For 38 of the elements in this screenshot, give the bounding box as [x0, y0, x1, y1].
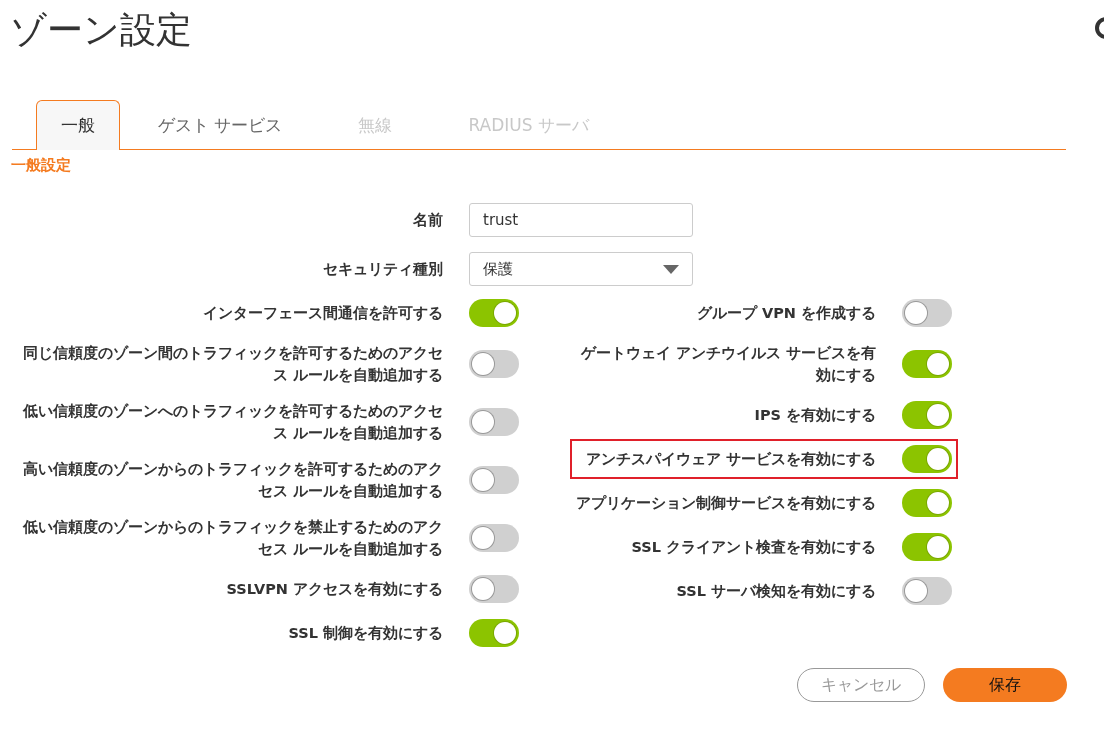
toggle-switch[interactable] — [902, 299, 952, 327]
toggle-switch[interactable] — [469, 299, 519, 327]
toggle-label: SSL クライアント検査を有効にする — [630, 538, 876, 557]
field-label: 名前 — [412, 210, 443, 230]
toggle-switch[interactable] — [902, 445, 952, 473]
toggle-label: アプリケーション制御サービスを有効にする — [576, 494, 876, 513]
toggle-label: ゲートウェイ アンチウイルス サービスを有効にする — [579, 344, 876, 385]
toggle-switch[interactable] — [469, 524, 519, 552]
tab[interactable]: 一般 — [36, 100, 120, 150]
field-label: セキュリティ種別 — [322, 259, 443, 279]
toggle-switch[interactable] — [469, 575, 519, 603]
toggle-switch[interactable] — [902, 533, 952, 561]
toggle-label: 低い信頼度のゾーンからのトラフィックを禁止するためのアクセス ルールを自動追加する — [22, 518, 443, 559]
toggle-switch[interactable] — [469, 408, 519, 436]
toggle-switch[interactable] — [902, 489, 952, 517]
toggle-switch[interactable] — [902, 350, 952, 378]
toggle-label: SSLVPN アクセスを有効にする — [225, 580, 443, 599]
toggle-label: アンチスパイウェア サービスを有効にする — [584, 450, 876, 469]
toggle-switch[interactable] — [902, 577, 952, 605]
toggle-switch[interactable] — [902, 401, 952, 429]
toggle-label: SSL 制御を有効にする — [287, 624, 443, 643]
toggle-label: 同じ信頼度のゾーン間のトラフィックを許可するためのアクセス ルールを自動追加する — [22, 344, 443, 385]
dropdown[interactable]: 保護 — [469, 252, 693, 286]
toggle-switch[interactable] — [469, 619, 519, 647]
toggle-switch[interactable] — [469, 350, 519, 378]
save-button[interactable]: 保存 — [943, 668, 1067, 702]
toggle-switch[interactable] — [469, 466, 519, 494]
toggle-label: IPS を有効にする — [753, 406, 876, 425]
text-field[interactable]: trust — [469, 203, 693, 237]
toggle-label: SSL サーバ検知を有効にする — [675, 582, 876, 601]
toggle-label: 高い信頼度のゾーンからのトラフィックを許可するためのアクセス ルールを自動追加する — [22, 460, 443, 501]
toggle-label: 低い信頼度のゾーンへのトラフィックを許可するためのアクセス ルールを自動追加する — [22, 402, 443, 443]
page-title: ゾーン設定 — [9, 8, 192, 52]
section-title: 一般設定 — [11, 156, 71, 175]
caret-icon — [663, 264, 679, 274]
toggle-label: グループ VPN を作成する — [695, 304, 876, 323]
toggle-label: インターフェース間通信を許可する — [202, 304, 443, 323]
tab[interactable]: ゲスト サービス — [120, 101, 321, 149]
